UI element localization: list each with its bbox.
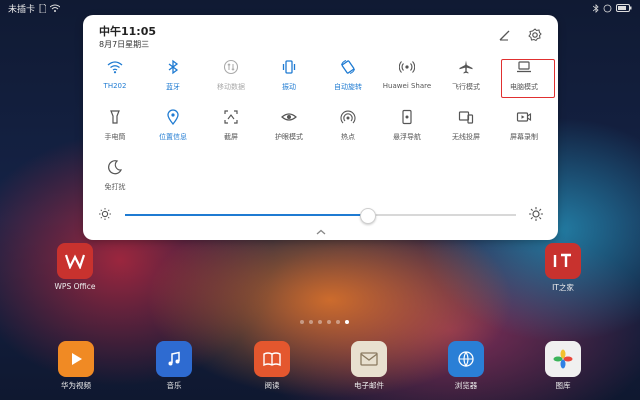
page-dot <box>318 320 322 324</box>
ithome-icon <box>545 243 581 279</box>
app-label: 浏览器 <box>454 381 478 390</box>
bluetooth-icon <box>168 59 179 75</box>
mobile-data-icon <box>223 59 239 75</box>
tile-label: 自动旋转 <box>334 83 362 91</box>
app-huawei-video[interactable]: 华为视频 <box>41 341 111 391</box>
app-reader[interactable]: 阅读 <box>237 341 307 391</box>
page-dot <box>327 320 331 324</box>
airplane-icon <box>459 60 473 74</box>
tile-label: 截屏 <box>224 133 238 141</box>
mail-icon <box>351 341 387 377</box>
tile-label: 蓝牙 <box>166 83 180 91</box>
app-label: 华为视频 <box>61 381 91 390</box>
app-label: 音乐 <box>166 381 182 390</box>
tile-screenshot[interactable]: 截屏 <box>199 105 263 155</box>
tile-label: Huawei Share <box>382 82 432 90</box>
tile-wifi[interactable]: TH202 <box>83 55 147 105</box>
brightness-low-icon <box>99 208 111 220</box>
app-email[interactable]: 电子邮件 <box>334 341 404 391</box>
rotate-icon <box>340 59 356 75</box>
app-browser[interactable]: 浏览器 <box>431 341 501 391</box>
tile-hotspot[interactable]: 热点 <box>316 105 380 155</box>
page-dot <box>336 320 340 324</box>
brightness-fill <box>125 214 368 216</box>
vibrate-icon <box>282 60 296 74</box>
tile-wireless-projection[interactable]: 无线投屏 <box>434 105 498 155</box>
page-dot <box>300 320 304 324</box>
app-label: 图库 <box>555 381 571 390</box>
carrier-text: 未插卡 <box>8 4 36 15</box>
tile-float-nav[interactable]: 悬浮导航 <box>375 105 439 155</box>
location-icon <box>167 109 179 125</box>
tile-do-not-disturb[interactable]: 免打扰 <box>83 155 147 205</box>
app-ithome[interactable]: IT之家 <box>528 243 598 293</box>
quick-settings-panel: 中午11:05 8月7日星期三 TH202 蓝牙 移动数据 振动 自动旋转 Hu… <box>83 15 558 240</box>
app-music[interactable]: 音乐 <box>139 341 209 391</box>
tile-eye-comfort[interactable]: 护眼模式 <box>257 105 321 155</box>
tile-label: 移动数据 <box>217 83 245 91</box>
tile-flashlight[interactable]: 手电筒 <box>83 105 147 155</box>
tile-label: 免打扰 <box>104 183 126 191</box>
brightness-slider[interactable] <box>125 208 516 224</box>
page-dot-active <box>345 320 349 324</box>
battery-icon <box>616 4 632 12</box>
video-icon <box>58 341 94 377</box>
record-icon <box>516 112 532 122</box>
app-label: WPS Office <box>54 282 96 291</box>
pencil-icon[interactable] <box>497 27 513 43</box>
music-icon <box>156 341 192 377</box>
chevron-up-icon[interactable] <box>314 227 328 237</box>
gear-icon[interactable] <box>527 27 543 43</box>
hotspot-icon <box>340 110 356 124</box>
app-label: IT之家 <box>552 283 574 292</box>
tile-vibrate[interactable]: 振动 <box>257 55 321 105</box>
tile-label: 屏幕录制 <box>510 133 538 141</box>
clock-date: 8月7日星期三 <box>99 40 150 49</box>
app-gallery[interactable]: 图库 <box>528 341 598 391</box>
flashlight-icon <box>110 110 120 124</box>
tile-huawei-share[interactable]: Huawei Share <box>375 55 439 105</box>
tile-label: TH202 <box>103 82 127 90</box>
eye-icon <box>281 113 297 121</box>
page-dot <box>309 320 313 324</box>
gallery-icon <box>545 341 581 377</box>
tile-label: 无线投屏 <box>452 133 480 141</box>
tile-mobile-data[interactable]: 移动数据 <box>199 55 263 105</box>
tile-auto-rotate[interactable]: 自动旋转 <box>316 55 380 105</box>
tile-location[interactable]: 位置信息 <box>141 105 205 155</box>
pc-mode-highlight-box <box>501 59 555 98</box>
moon-icon <box>108 160 122 175</box>
status-bar: 未插卡 <box>0 0 640 16</box>
screenshot-icon <box>224 110 238 124</box>
tile-label: 振动 <box>282 83 296 91</box>
book-icon <box>254 341 290 377</box>
wifi-icon <box>107 61 123 74</box>
float-nav-icon <box>402 109 412 125</box>
browser-icon <box>448 341 484 377</box>
tile-label: 悬浮导航 <box>393 133 421 141</box>
brightness-knob[interactable] <box>360 208 377 224</box>
tile-label: 飞行模式 <box>452 83 480 91</box>
app-wps-office[interactable]: WPS Office <box>40 243 110 291</box>
sim-icon <box>39 3 47 13</box>
app-label: 阅读 <box>264 381 280 390</box>
bluetooth-status-icon <box>593 3 599 13</box>
page-indicator <box>300 320 349 324</box>
tile-label: 位置信息 <box>159 133 187 141</box>
alarm-status-icon <box>603 4 612 12</box>
share-icon <box>399 61 415 73</box>
app-label: 电子邮件 <box>354 381 384 390</box>
clock-time: 中午11:05 <box>99 25 157 38</box>
wps-icon <box>57 243 93 279</box>
tile-airplane[interactable]: 飞行模式 <box>434 55 498 105</box>
tile-label: 手电筒 <box>104 133 126 141</box>
tile-label: 护眼模式 <box>275 133 303 141</box>
cast-icon <box>458 111 474 124</box>
tile-label: 热点 <box>341 133 355 141</box>
wifi-status-icon <box>50 4 61 12</box>
brightness-high-icon <box>529 207 543 221</box>
tile-bluetooth[interactable]: 蓝牙 <box>141 55 205 105</box>
tile-screen-record[interactable]: 屏幕录制 <box>492 105 556 155</box>
